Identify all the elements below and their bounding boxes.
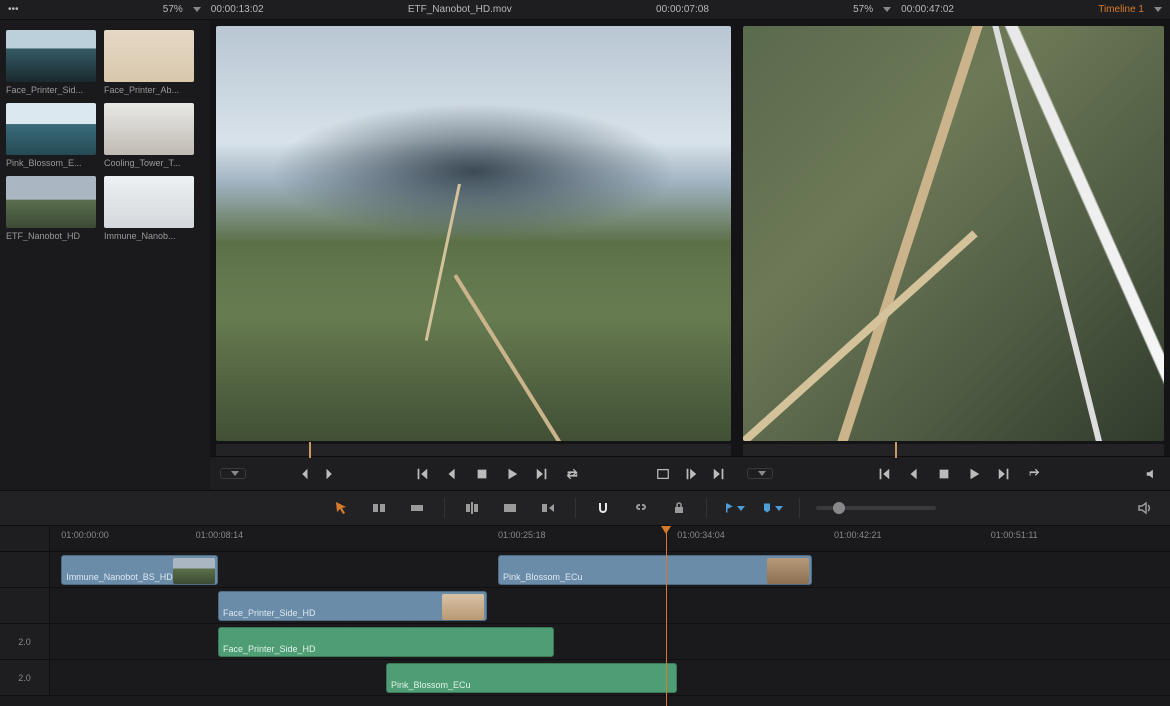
clip-thumbnail[interactable]: Cooling_Tower_T... bbox=[104, 103, 194, 168]
source-scrub-bar[interactable] bbox=[216, 444, 731, 456]
source-timecode: 00:00:13:02 bbox=[211, 4, 264, 15]
chevron-down-icon[interactable] bbox=[1154, 7, 1162, 12]
insert-button[interactable] bbox=[461, 497, 483, 519]
stop-button[interactable] bbox=[936, 466, 952, 482]
timeline-tracks: Immune_Nanobot_BS_HD↘ Pink_Blossom_ECu↘ F… bbox=[0, 552, 1170, 700]
clip-label: Pink_Blossom_E... bbox=[6, 158, 96, 168]
snap-button[interactable] bbox=[592, 497, 614, 519]
audio-track-2[interactable]: 2.0 Pink_Blossom_ECu bbox=[0, 660, 1170, 696]
program-transport bbox=[737, 456, 1170, 490]
clip-label: Pink_Blossom_ECu bbox=[391, 680, 471, 690]
clip-label: Face_Printer_Side_HD bbox=[223, 608, 316, 618]
stop-button[interactable] bbox=[474, 466, 490, 482]
clip-label: Immune_Nanobot_BS_HD bbox=[66, 572, 173, 582]
ruler-head bbox=[0, 526, 50, 551]
flag-button[interactable] bbox=[723, 497, 745, 519]
prev-frame-button[interactable] bbox=[444, 466, 460, 482]
clip-label: ETF_Nanobot_HD bbox=[6, 231, 96, 241]
ruler-tick: 01:00:00:00 bbox=[61, 530, 109, 540]
chevron-down-icon[interactable] bbox=[193, 7, 201, 12]
clip-label: Pink_Blossom_ECu bbox=[503, 572, 583, 582]
mark-out-button[interactable] bbox=[322, 466, 338, 482]
match-frame-button[interactable] bbox=[655, 466, 671, 482]
clip-label: Face_Printer_Ab... bbox=[104, 85, 194, 95]
first-frame-button[interactable] bbox=[876, 466, 892, 482]
mark-in-button[interactable] bbox=[296, 466, 312, 482]
clip-thumbnail[interactable]: Immune_Nanob... bbox=[104, 176, 194, 241]
ruler-tick: 01:00:08:14 bbox=[196, 530, 244, 540]
program-scrub-bar[interactable] bbox=[743, 444, 1164, 456]
ruler-tick: 01:00:51:11 bbox=[991, 530, 1038, 540]
program-duration: 00:00:47:02 bbox=[901, 4, 954, 15]
loop-button[interactable] bbox=[564, 466, 580, 482]
trim-tool-button[interactable] bbox=[368, 497, 390, 519]
source-canvas[interactable] bbox=[216, 26, 731, 441]
clip-title: ETF_Nanobot_HD.mov bbox=[408, 4, 512, 15]
clip-label: Face_Printer_Side_HD bbox=[223, 644, 316, 654]
play-button[interactable] bbox=[966, 466, 982, 482]
next-frame-button[interactable] bbox=[996, 466, 1012, 482]
top-header: ••• 57% 00:00:13:02 ETF_Nanobot_HD.mov 0… bbox=[0, 0, 1170, 20]
video-clip[interactable]: Pink_Blossom_ECu↘ bbox=[498, 555, 812, 585]
track-header[interactable]: 2.0 bbox=[0, 624, 50, 659]
options-icon[interactable]: ••• bbox=[8, 4, 19, 15]
loop-button[interactable] bbox=[1026, 466, 1042, 482]
pointer-tool-button[interactable] bbox=[330, 497, 352, 519]
program-timecode: 00:00:07:08 bbox=[656, 4, 709, 15]
ruler-tick: 01:00:42:21 bbox=[834, 530, 882, 540]
crop-mode-button[interactable] bbox=[220, 468, 246, 479]
track-header[interactable] bbox=[0, 552, 50, 587]
audio-clip[interactable]: Pink_Blossom_ECu bbox=[386, 663, 677, 693]
source-zoom[interactable]: 57% bbox=[163, 4, 183, 15]
program-scrub-pos[interactable] bbox=[895, 442, 897, 458]
program-viewer bbox=[737, 20, 1170, 490]
zoom-knob[interactable] bbox=[833, 502, 845, 514]
track-header[interactable] bbox=[0, 588, 50, 623]
marker-button[interactable] bbox=[761, 497, 783, 519]
play-button[interactable] bbox=[504, 466, 520, 482]
track-header[interactable]: 2.0 bbox=[0, 660, 50, 695]
ruler-tick: 01:00:34:04 bbox=[677, 530, 725, 540]
audio-clip[interactable]: Face_Printer_Side_HD bbox=[218, 627, 554, 657]
timeline-ruler[interactable]: 01:00:00:00 01:00:08:14 01:00:25:18 01:00:3… bbox=[0, 526, 1170, 552]
program-zoom[interactable]: 57% bbox=[853, 4, 873, 15]
chevron-down-icon[interactable] bbox=[883, 7, 891, 12]
lock-button[interactable] bbox=[668, 497, 690, 519]
volume-icon[interactable] bbox=[1144, 466, 1160, 482]
insert-next-button[interactable] bbox=[711, 466, 727, 482]
link-button[interactable] bbox=[630, 497, 652, 519]
source-transport bbox=[210, 456, 737, 490]
video-track-1[interactable]: Immune_Nanobot_BS_HD↘ Pink_Blossom_ECu↘ bbox=[0, 552, 1170, 588]
blade-tool-button[interactable] bbox=[406, 497, 428, 519]
clip-thumbnail[interactable]: ETF_Nanobot_HD bbox=[6, 176, 96, 241]
ruler-tick: 01:00:25:18 bbox=[498, 530, 546, 540]
clip-label: Cooling_Tower_T... bbox=[104, 158, 194, 168]
insert-prev-button[interactable] bbox=[683, 466, 699, 482]
playhead[interactable] bbox=[666, 526, 667, 706]
overwrite-button[interactable] bbox=[499, 497, 521, 519]
clip-thumbnail[interactable]: Pink_Blossom_E... bbox=[6, 103, 96, 168]
video-clip[interactable]: Face_Printer_Side_HD↘ bbox=[218, 591, 487, 621]
video-track-2[interactable]: Face_Printer_Side_HD↘ bbox=[0, 588, 1170, 624]
first-frame-button[interactable] bbox=[414, 466, 430, 482]
media-pool: Face_Printer_Sid... Face_Printer_Ab... P… bbox=[0, 20, 210, 490]
source-scrub-pos[interactable] bbox=[309, 442, 311, 458]
clip-thumbnail[interactable]: Face_Printer_Sid... bbox=[6, 30, 96, 95]
zoom-slider[interactable] bbox=[816, 506, 936, 510]
clip-label: Immune_Nanob... bbox=[104, 231, 194, 241]
crop-mode-button[interactable] bbox=[747, 468, 773, 479]
timeline-toolbar bbox=[0, 490, 1170, 526]
clip-label: Face_Printer_Sid... bbox=[6, 85, 96, 95]
clip-thumbnail[interactable]: Face_Printer_Ab... bbox=[104, 30, 194, 95]
prev-frame-button[interactable] bbox=[906, 466, 922, 482]
replace-button[interactable] bbox=[537, 497, 559, 519]
audio-track-1[interactable]: 2.0 Face_Printer_Side_HD bbox=[0, 624, 1170, 660]
next-frame-button[interactable] bbox=[534, 466, 550, 482]
mixer-icon[interactable] bbox=[1134, 497, 1156, 519]
program-canvas[interactable] bbox=[743, 26, 1164, 441]
source-viewer bbox=[210, 20, 737, 490]
timeline-name[interactable]: Timeline 1 bbox=[1098, 4, 1144, 15]
video-clip[interactable]: Immune_Nanobot_BS_HD↘ bbox=[61, 555, 218, 585]
